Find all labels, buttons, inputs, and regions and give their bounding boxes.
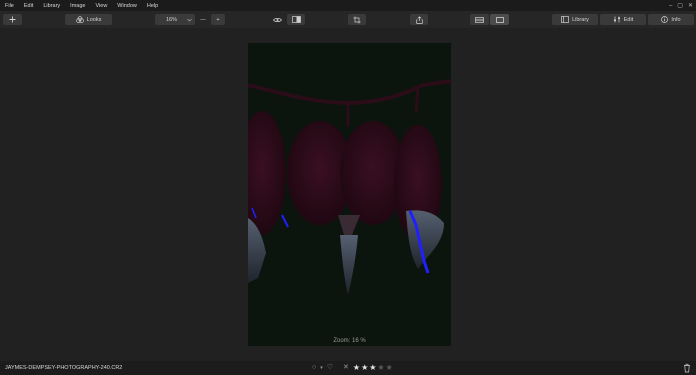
color-label-icon[interactable]: ○	[312, 363, 316, 373]
zoom-out-icon: —	[200, 16, 206, 23]
compare-icon	[291, 16, 301, 23]
zoom-in-icon: +	[216, 16, 220, 23]
minimize-icon[interactable]: –	[669, 3, 672, 9]
eye-icon	[272, 17, 282, 22]
filename-label: JAYMES-DEMPSEY-PHOTOGRAPHY-240.CR2	[5, 365, 123, 371]
menu-file[interactable]: File	[0, 3, 19, 9]
menu-window[interactable]: Window	[112, 3, 142, 9]
photo-preview[interactable]: Zoom: 16 %	[248, 43, 451, 346]
crop-icon	[353, 16, 361, 23]
menu-library[interactable]: Library	[38, 3, 65, 9]
zoom-value: 16%	[166, 16, 178, 23]
menu-view[interactable]: View	[90, 3, 112, 9]
bleeding-heart-flower-image	[248, 43, 451, 346]
preview-button[interactable]	[268, 14, 286, 25]
plus-icon	[9, 16, 16, 23]
crop-button[interactable]	[348, 14, 366, 25]
color-label-chevron-icon[interactable]: ▾	[320, 363, 323, 373]
looks-icon	[75, 16, 84, 23]
looks-label: Looks	[86, 16, 102, 23]
library-icon	[561, 16, 569, 23]
zoom-indicator: Zoom: 16 %	[333, 338, 366, 344]
star-icon[interactable]: ★	[361, 363, 368, 373]
info-tab-label: Info	[671, 16, 681, 23]
restore-icon[interactable]: ▢	[677, 2, 683, 9]
star-icon[interactable]: ★	[377, 363, 384, 373]
star-icon[interactable]: ★	[386, 363, 393, 373]
window-controls: – ▢ ✕	[669, 0, 693, 11]
rating-controls: ○ ▾ ♡ ✕ ★ ★ ★ ★ ★	[312, 363, 393, 373]
close-icon[interactable]: ✕	[688, 2, 693, 9]
chevron-down-icon	[187, 18, 192, 22]
trash-icon[interactable]	[683, 363, 691, 373]
add-button[interactable]	[3, 14, 22, 25]
library-tab[interactable]: Library	[552, 14, 598, 25]
compare-button[interactable]	[287, 14, 305, 25]
grid-view-button[interactable]	[470, 14, 489, 25]
star-icon[interactable]: ★	[353, 363, 360, 373]
info-icon	[661, 16, 669, 23]
toolbar: Looks 16% — + Library Edit Info	[0, 11, 696, 29]
menu-bar: File Edit Library Image View Window Help…	[0, 0, 696, 11]
sliders-icon	[613, 16, 620, 23]
library-tab-label: Library	[572, 16, 589, 23]
reject-icon[interactable]: ✕	[343, 363, 349, 373]
share-button[interactable]	[410, 14, 428, 25]
star-icon[interactable]: ★	[369, 363, 376, 373]
edit-tab-label: Edit	[623, 16, 634, 23]
looks-button[interactable]: Looks	[65, 14, 112, 25]
zoom-out-button[interactable]: —	[197, 14, 209, 25]
zoom-in-button[interactable]: +	[211, 14, 225, 25]
edit-tab[interactable]: Edit	[600, 14, 646, 25]
info-tab[interactable]: Info	[648, 14, 694, 25]
single-image-icon	[495, 16, 504, 23]
single-view-button[interactable]	[490, 14, 509, 25]
menu-help[interactable]: Help	[142, 3, 163, 9]
zoom-select[interactable]: 16%	[155, 14, 195, 25]
menu-edit[interactable]: Edit	[19, 3, 38, 9]
status-bar: JAYMES-DEMPSEY-PHOTOGRAPHY-240.CR2 ○ ▾ ♡…	[0, 361, 696, 375]
star-rating[interactable]: ★ ★ ★ ★ ★	[353, 363, 393, 373]
heart-icon[interactable]: ♡	[327, 363, 333, 373]
filmstrip-icon	[475, 16, 484, 23]
share-icon	[415, 15, 423, 24]
menu-image[interactable]: Image	[65, 3, 90, 9]
